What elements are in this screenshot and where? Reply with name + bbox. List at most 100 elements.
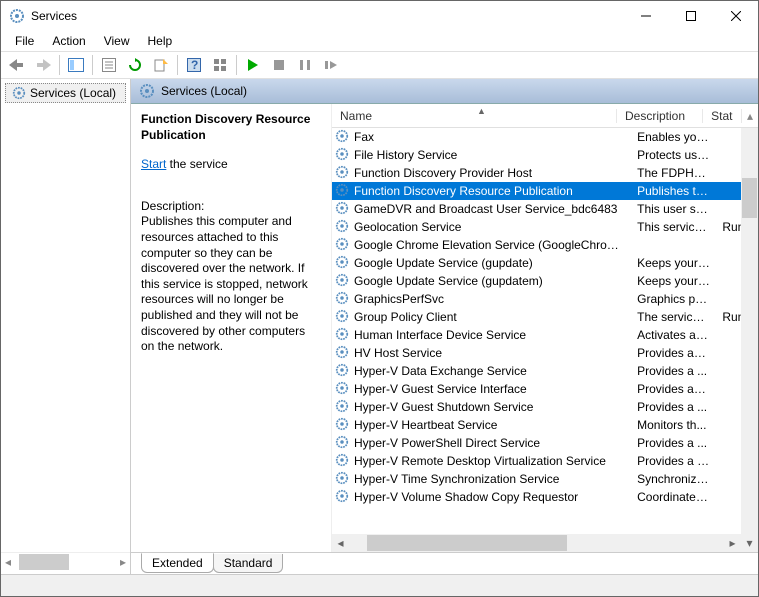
- service-row[interactable]: Hyper-V Data Exchange ServiceProvides a …: [332, 362, 758, 380]
- properties-button[interactable]: [97, 53, 121, 77]
- service-row[interactable]: Hyper-V Heartbeat ServiceMonitors th...: [332, 416, 758, 434]
- service-row[interactable]: Hyper-V Guest Shutdown ServiceProvides a…: [332, 398, 758, 416]
- stop-service-button[interactable]: [267, 53, 291, 77]
- service-name-cell: Google Chrome Elevation Service (GoogleC…: [354, 238, 629, 252]
- start-suffix: the service: [166, 157, 227, 171]
- gear-icon: [139, 83, 155, 99]
- scroll-down-icon[interactable]: ▾: [741, 536, 758, 550]
- description-text: Publishes this computer and resources at…: [141, 214, 321, 354]
- service-row[interactable]: Hyper-V Guest Service InterfaceProvides …: [332, 380, 758, 398]
- show-hide-tree-button[interactable]: [64, 53, 88, 77]
- tab-standard[interactable]: Standard: [213, 554, 284, 573]
- toolbar-separator: [236, 55, 237, 75]
- service-row[interactable]: Group Policy ClientThe service i...Runn: [332, 308, 758, 326]
- service-desc-cell: Keeps your ...: [629, 256, 718, 270]
- list-header: Name ▲ Description Stat ▴: [332, 104, 758, 128]
- service-name-cell: File History Service: [354, 148, 629, 162]
- service-name-cell: Fax: [354, 130, 629, 144]
- service-row[interactable]: Function Discovery Provider HostThe FDPH…: [332, 164, 758, 182]
- scroll-up-icon[interactable]: ▴: [742, 109, 758, 123]
- service-row[interactable]: File History ServiceProtects use...: [332, 146, 758, 164]
- minimize-button[interactable]: [623, 1, 668, 31]
- restart-service-button[interactable]: [319, 53, 343, 77]
- menu-help[interactable]: Help: [140, 32, 181, 50]
- scroll-left-icon[interactable]: ◂: [1, 555, 15, 569]
- tree-pane: Services (Local) ◂ ▸: [1, 79, 131, 574]
- gear-icon: [12, 86, 26, 100]
- column-description[interactable]: Description: [617, 109, 703, 123]
- scroll-thumb[interactable]: [19, 554, 69, 570]
- gear-icon: [335, 453, 351, 469]
- service-desc-cell: Monitors th...: [629, 418, 718, 432]
- service-desc-cell: Graphics pe...: [629, 292, 718, 306]
- maximize-button[interactable]: [668, 1, 713, 31]
- vscrollbar[interactable]: [741, 128, 758, 534]
- gear-icon: [335, 183, 351, 199]
- gear-icon: [335, 471, 351, 487]
- gear-icon: [335, 489, 351, 505]
- gear-icon: [335, 291, 351, 307]
- gear-icon: [335, 381, 351, 397]
- service-row[interactable]: GraphicsPerfSvcGraphics pe...: [332, 290, 758, 308]
- gear-icon: [335, 417, 351, 433]
- titlebar: Services: [1, 1, 758, 31]
- gear-icon: [335, 309, 351, 325]
- service-row[interactable]: Hyper-V PowerShell Direct ServiceProvide…: [332, 434, 758, 452]
- column-status[interactable]: Stat: [703, 109, 742, 123]
- service-name-cell: GameDVR and Broadcast User Service_bdc64…: [354, 202, 629, 216]
- back-button[interactable]: [5, 53, 29, 77]
- service-desc-cell: Provides a ...: [629, 436, 718, 450]
- gear-icon: [335, 273, 351, 289]
- menu-view[interactable]: View: [96, 32, 138, 50]
- service-name-cell: Google Update Service (gupdate): [354, 256, 629, 270]
- service-row[interactable]: GameDVR and Broadcast User Service_bdc64…: [332, 200, 758, 218]
- tree-root-item[interactable]: Services (Local): [5, 83, 126, 103]
- service-name-cell: Hyper-V Heartbeat Service: [354, 418, 629, 432]
- statusbar: [1, 574, 758, 596]
- service-row[interactable]: FaxEnables you...: [332, 128, 758, 146]
- gear-icon: [335, 363, 351, 379]
- service-row[interactable]: Function Discovery Resource PublicationP…: [332, 182, 758, 200]
- scroll-right-icon[interactable]: ▸: [724, 536, 741, 550]
- column-name[interactable]: Name: [332, 109, 617, 123]
- close-button[interactable]: [713, 1, 758, 31]
- hscroll-thumb[interactable]: [367, 535, 567, 551]
- tree-hscrollbar[interactable]: ◂ ▸: [1, 552, 130, 570]
- svg-text:?: ?: [191, 58, 198, 72]
- tab-extended[interactable]: Extended: [141, 553, 214, 573]
- hscrollbar[interactable]: ◂ ▸ ▾: [332, 534, 758, 552]
- service-name-cell: Group Policy Client: [354, 310, 629, 324]
- service-row[interactable]: Google Update Service (gupdatem)Keeps yo…: [332, 272, 758, 290]
- service-row[interactable]: Hyper-V Volume Shadow Copy RequestorCoor…: [332, 488, 758, 506]
- service-name-cell: Human Interface Device Service: [354, 328, 629, 342]
- export-button[interactable]: [149, 53, 173, 77]
- gear-icon: [335, 399, 351, 415]
- service-row[interactable]: Human Interface Device ServiceActivates …: [332, 326, 758, 344]
- service-row[interactable]: Google Update Service (gupdate)Keeps you…: [332, 254, 758, 272]
- app-gear-icon: [9, 8, 25, 24]
- service-name-cell: Hyper-V PowerShell Direct Service: [354, 436, 629, 450]
- vscroll-thumb[interactable]: [742, 178, 757, 218]
- forward-button[interactable]: [31, 53, 55, 77]
- large-icons-button[interactable]: [208, 53, 232, 77]
- pause-service-button[interactable]: [293, 53, 317, 77]
- service-desc-cell: Provides an ...: [629, 382, 718, 396]
- help-button[interactable]: ?: [182, 53, 206, 77]
- refresh-button[interactable]: [123, 53, 147, 77]
- scroll-right-icon[interactable]: ▸: [116, 555, 130, 569]
- service-row[interactable]: Google Chrome Elevation Service (GoogleC…: [332, 236, 758, 254]
- gear-icon: [335, 165, 351, 181]
- service-desc-cell: Provides a p...: [629, 454, 718, 468]
- service-row[interactable]: Hyper-V Time Synchronization ServiceSync…: [332, 470, 758, 488]
- menu-action[interactable]: Action: [44, 32, 93, 50]
- service-row[interactable]: Geolocation ServiceThis service ...Runn: [332, 218, 758, 236]
- service-row[interactable]: HV Host ServiceProvides an ...: [332, 344, 758, 362]
- scroll-left-icon[interactable]: ◂: [332, 536, 349, 550]
- start-service-button[interactable]: [241, 53, 265, 77]
- menu-file[interactable]: File: [7, 32, 42, 50]
- service-row[interactable]: Hyper-V Remote Desktop Virtualization Se…: [332, 452, 758, 470]
- detail-pane: Function Discovery Resource Publication …: [131, 104, 331, 552]
- start-service-link[interactable]: Start: [141, 157, 166, 171]
- gear-icon: [335, 237, 351, 253]
- gear-icon: [335, 435, 351, 451]
